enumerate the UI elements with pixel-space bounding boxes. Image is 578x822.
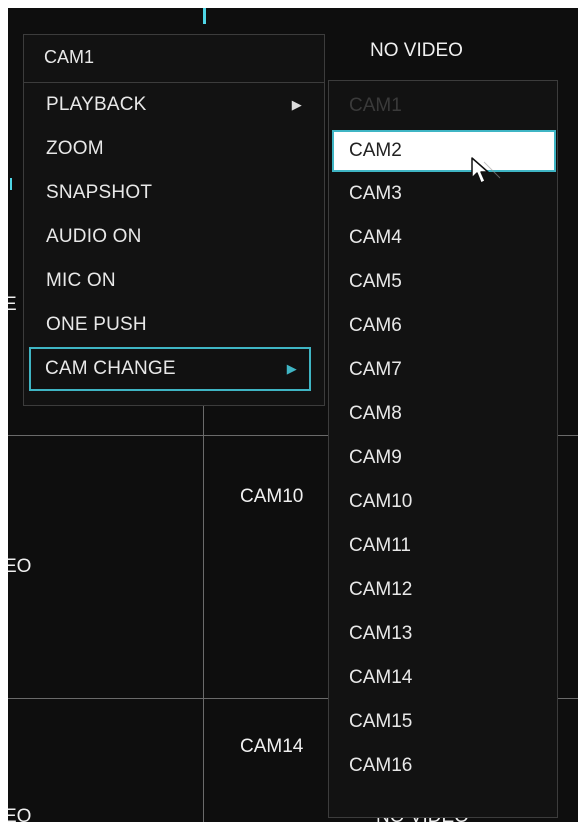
submenu-item-cam10[interactable]: CAM10 xyxy=(349,483,549,523)
submenu-item-label: CAM6 xyxy=(349,315,402,336)
menu-item-playback[interactable]: PLAYBACK ▶ xyxy=(30,85,314,125)
cam-change-submenu: CAM1 CAM2 CAM3 CAM4 CAM5 CAM6 CAM7 CAM8 … xyxy=(328,80,558,818)
menu-item-label: AUDIO ON xyxy=(46,226,142,247)
submenu-item-label: CAM7 xyxy=(349,359,402,380)
submenu-item-cam1: CAM1 xyxy=(349,87,549,127)
submenu-item-cam9[interactable]: CAM9 xyxy=(349,439,549,479)
cell-label-bottom-left: EO xyxy=(8,806,32,822)
submenu-item-label: CAM16 xyxy=(349,755,413,776)
submenu-arrow-icon: ▶ xyxy=(286,361,297,376)
submenu-item-label: CAM9 xyxy=(349,447,402,468)
menu-item-snapshot[interactable]: SNAPSHOT xyxy=(30,173,314,213)
submenu-item-cam11[interactable]: CAM11 xyxy=(349,527,549,567)
submenu-item-label: CAM14 xyxy=(349,667,413,688)
camera-context-menu: CAM1 PLAYBACK ▶ ZOOM SNAPSHOT AUDIO ON M… xyxy=(23,34,325,406)
submenu-item-cam14[interactable]: CAM14 xyxy=(349,659,549,699)
cell-label-mid-center: CAM10 xyxy=(240,486,304,507)
submenu-item-label: CAM5 xyxy=(349,271,402,292)
submenu-item-cam15[interactable]: CAM15 xyxy=(349,703,549,743)
context-menu-title: CAM1 xyxy=(44,47,95,67)
submenu-item-label: CAM3 xyxy=(349,183,402,204)
menu-item-cam-change[interactable]: CAM CHANGE ▶ xyxy=(29,347,311,391)
submenu-item-label: CAM4 xyxy=(349,227,402,248)
submenu-item-label: CAM8 xyxy=(349,403,402,424)
menu-item-label: ONE PUSH xyxy=(46,314,147,335)
submenu-item-cam3[interactable]: CAM3 xyxy=(349,175,549,215)
cell-label-top-right: NO VIDEO xyxy=(370,40,463,61)
submenu-arrow-icon: ▶ xyxy=(291,97,302,112)
cell-label-left-partial-top: E xyxy=(8,294,17,315)
menu-item-label: CAM CHANGE xyxy=(45,358,176,379)
submenu-item-label: CAM13 xyxy=(349,623,413,644)
submenu-item-cam4[interactable]: CAM4 xyxy=(349,219,549,259)
submenu-item-cam5[interactable]: CAM5 xyxy=(349,263,549,303)
menu-item-zoom[interactable]: ZOOM xyxy=(30,129,314,169)
left-cursor-marker xyxy=(10,178,12,190)
cell-label-bottom-center: CAM14 xyxy=(240,736,304,757)
submenu-item-cam8[interactable]: CAM8 xyxy=(349,395,549,435)
submenu-item-label: CAM2 xyxy=(349,140,402,161)
menu-item-audio-on[interactable]: AUDIO ON xyxy=(30,217,314,257)
grid-line-vertical-1 xyxy=(203,398,204,822)
mouse-pointer-icon xyxy=(471,157,501,184)
submenu-item-cam16[interactable]: CAM16 xyxy=(349,747,549,787)
submenu-item-cam7[interactable]: CAM7 xyxy=(349,351,549,391)
menu-item-label: MIC ON xyxy=(46,270,116,291)
menu-item-mic-on[interactable]: MIC ON xyxy=(30,261,314,301)
cell-label-mid-left-partial: EO xyxy=(8,556,32,577)
submenu-item-cam13[interactable]: CAM13 xyxy=(349,615,549,655)
menu-item-label: PLAYBACK xyxy=(46,94,147,115)
submenu-item-label: CAM11 xyxy=(349,535,411,556)
menu-item-label: ZOOM xyxy=(46,138,104,159)
menu-item-label: SNAPSHOT xyxy=(46,182,153,203)
submenu-item-label: CAM10 xyxy=(349,491,413,512)
submenu-item-cam2[interactable]: CAM2 xyxy=(332,130,556,172)
context-menu-header: CAM1 xyxy=(24,35,324,83)
submenu-item-cam12[interactable]: CAM12 xyxy=(349,571,549,611)
submenu-item-label: CAM1 xyxy=(349,95,402,116)
submenu-item-cam6[interactable]: CAM6 xyxy=(349,307,549,347)
submenu-item-label: CAM15 xyxy=(349,711,413,732)
top-cursor-marker xyxy=(203,8,206,24)
menu-item-one-push[interactable]: ONE PUSH xyxy=(30,305,314,345)
camera-grid-screen: NO VIDEO E EO CAM10 CAM14 NO VIDEO EO CA… xyxy=(8,8,578,822)
submenu-item-label: CAM12 xyxy=(349,579,413,600)
